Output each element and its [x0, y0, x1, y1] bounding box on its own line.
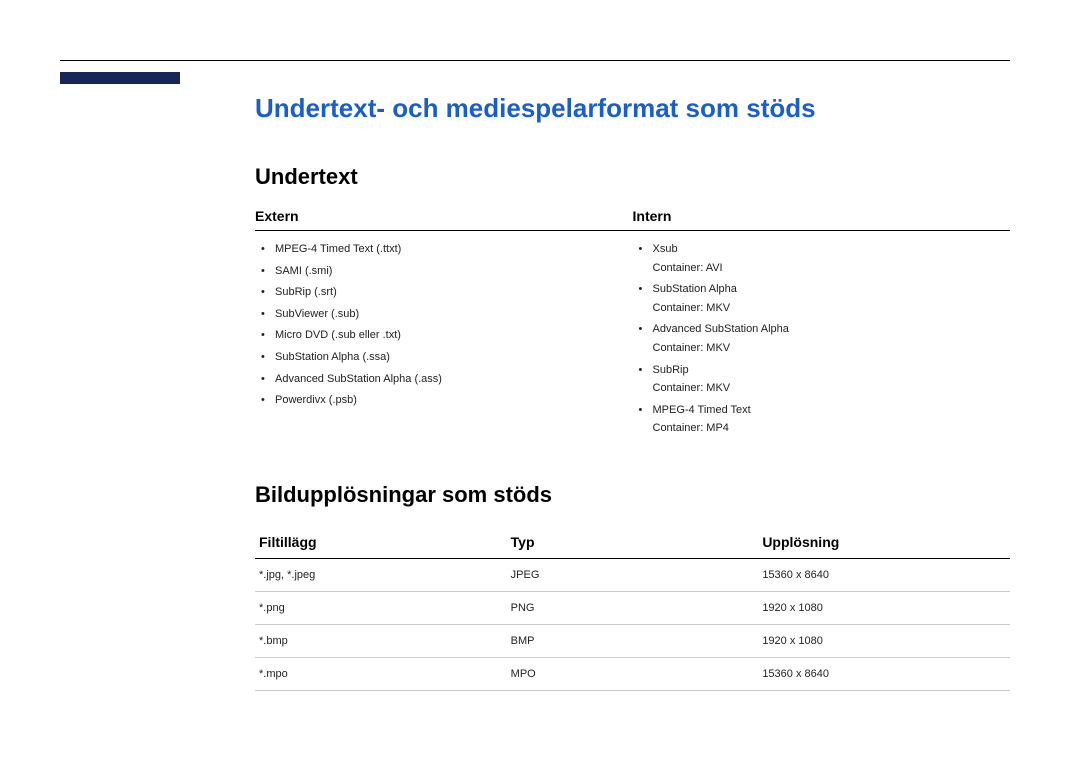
extern-list-col: MPEG-4 Timed Text (.ttxt) SAMI (.smi) SubR…	[255, 241, 633, 442]
cell-ext: *.bmp	[255, 624, 507, 657]
th-res: Upplösning	[758, 526, 1010, 559]
image-resolution-table: Filtillägg Typ Upplösning *.jpg, *.jpegJ…	[255, 526, 1010, 691]
intern-item-name: Xsub	[653, 243, 678, 255]
cell-ext: *.png	[255, 591, 507, 624]
subtitle-section-heading: Undertext	[255, 164, 1010, 190]
th-type: Typ	[507, 526, 759, 559]
list-item: SAMI (.smi)	[275, 263, 633, 281]
list-item: SubRip (.srt)	[275, 284, 633, 302]
cell-res: 1920 x 1080	[758, 591, 1010, 624]
intern-item-name: MPEG-4 Timed Text	[653, 404, 751, 416]
intern-col-label: Intern	[633, 208, 1011, 224]
intern-list-col: Xsub Container: AVI SubStation Alpha Contai…	[633, 241, 1011, 442]
list-item: Powerdivx (.psb)	[275, 392, 633, 410]
intern-item-container: Container: AVI	[653, 260, 1011, 278]
th-ext: Filtillägg	[255, 526, 507, 559]
list-item: Advanced SubStation Alpha Container: MKV	[653, 321, 1011, 357]
intern-item-name: SubRip	[653, 364, 689, 376]
list-item: SubViewer (.sub)	[275, 306, 633, 324]
extern-col-label: Extern	[255, 208, 633, 224]
list-item: MPEG-4 Timed Text (.ttxt)	[275, 241, 633, 259]
list-item: SubRip Container: MKV	[653, 362, 1011, 398]
intern-item-container: Container: MP4	[653, 420, 1011, 438]
cell-ext: *.mpo	[255, 657, 507, 690]
table-row: *.mpoMPO15360 x 8640	[255, 657, 1010, 690]
table-row: *.jpg, *.jpegJPEG15360 x 8640	[255, 558, 1010, 591]
page-content: Undertext- och mediespelarformat som stö…	[255, 60, 1010, 691]
page-title: Undertext- och mediespelarformat som stö…	[255, 93, 1010, 124]
list-item: Advanced SubStation Alpha (.ass)	[275, 371, 633, 389]
image-table-body: *.jpg, *.jpegJPEG15360 x 8640*.pngPNG192…	[255, 558, 1010, 690]
list-item: SubStation Alpha Container: MKV	[653, 281, 1011, 317]
intern-item-name: SubStation Alpha	[653, 283, 737, 295]
side-accent-bar	[60, 72, 180, 84]
image-section-heading: Bildupplösningar som stöds	[255, 482, 1010, 508]
table-row: *.pngPNG1920 x 1080	[255, 591, 1010, 624]
list-item: SubStation Alpha (.ssa)	[275, 349, 633, 367]
list-item: Micro DVD (.sub eller .txt)	[275, 327, 633, 345]
list-item: MPEG-4 Timed Text Container: MP4	[653, 402, 1011, 438]
cell-type: BMP	[507, 624, 759, 657]
intern-item-container: Container: MKV	[653, 300, 1011, 318]
cell-ext: *.jpg, *.jpeg	[255, 558, 507, 591]
cell-type: PNG	[507, 591, 759, 624]
cell-type: JPEG	[507, 558, 759, 591]
cell-res: 15360 x 8640	[758, 558, 1010, 591]
intern-item-container: Container: MKV	[653, 340, 1011, 358]
subtitle-columns-header: Extern Intern	[255, 208, 1010, 231]
table-row: *.bmpBMP1920 x 1080	[255, 624, 1010, 657]
table-header-row: Filtillägg Typ Upplösning	[255, 526, 1010, 559]
intern-list: Xsub Container: AVI SubStation Alpha Contai…	[633, 241, 1011, 438]
intern-item-name: Advanced SubStation Alpha	[653, 323, 789, 335]
list-item: Xsub Container: AVI	[653, 241, 1011, 277]
cell-type: MPO	[507, 657, 759, 690]
subtitle-lists: MPEG-4 Timed Text (.ttxt) SAMI (.smi) SubR…	[255, 241, 1010, 442]
cell-res: 15360 x 8640	[758, 657, 1010, 690]
extern-list: MPEG-4 Timed Text (.ttxt) SAMI (.smi) SubR…	[255, 241, 633, 410]
cell-res: 1920 x 1080	[758, 624, 1010, 657]
top-rule	[60, 60, 1010, 61]
intern-item-container: Container: MKV	[653, 380, 1011, 398]
